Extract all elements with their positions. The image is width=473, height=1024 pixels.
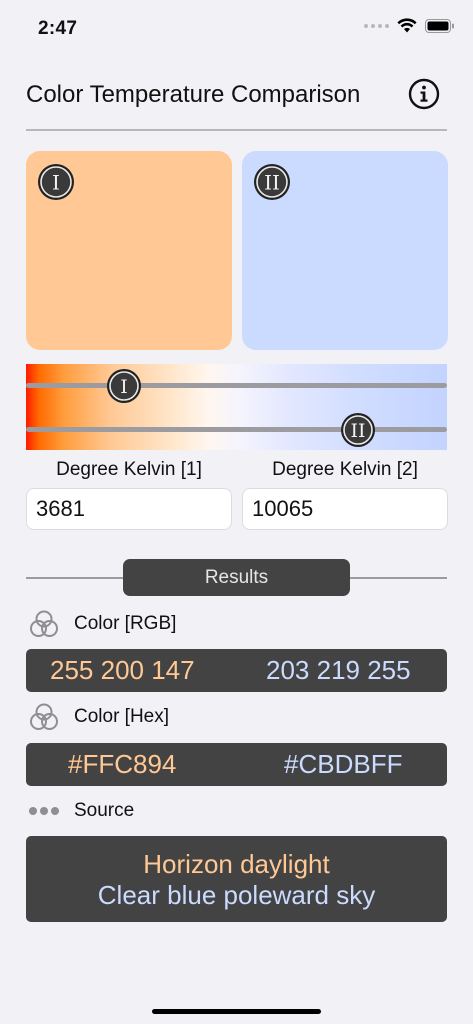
battery-icon: [425, 18, 454, 33]
slider-thumb-1[interactable]: I: [106, 368, 142, 404]
rgb-label: Color [RGB]: [74, 613, 177, 634]
temperature-gradient: I II: [26, 364, 447, 450]
source-value-1: Horizon daylight: [143, 849, 330, 879]
source-label: Source: [74, 800, 135, 821]
rgb-value-1: 255 200 147: [50, 655, 195, 685]
slider-track-2[interactable]: [26, 427, 447, 432]
color-circles-icon: [30, 610, 58, 637]
kelvin-input-2[interactable]: [242, 488, 448, 530]
color-swatch-1: I: [26, 151, 232, 350]
color-circles-icon: [30, 703, 58, 730]
source-value-2: Clear blue poleward sky: [97, 880, 376, 910]
home-indicator: [152, 1009, 321, 1014]
roman-one-badge-icon: I: [38, 164, 74, 200]
svg-text:I: I: [52, 171, 60, 195]
hex-section-header: Color [Hex]: [28, 702, 169, 732]
more-dots-icon: [29, 807, 59, 815]
source-section-header: Source: [28, 796, 134, 826]
signal-icon: [364, 23, 389, 28]
kelvin-label-2: Degree Kelvin [2]: [272, 459, 418, 480]
slider-track-1[interactable]: [26, 383, 447, 388]
hex-label: Color [Hex]: [74, 706, 170, 727]
svg-text:II: II: [350, 420, 365, 442]
rgb-values-panel: 255 200 147 203 219 255: [26, 649, 447, 692]
page-title: Color Temperature Comparison: [26, 81, 361, 108]
rgb-value-2: 203 219 255: [266, 655, 411, 685]
status-bar: 2:47: [0, 0, 473, 56]
svg-text:I: I: [120, 376, 128, 398]
status-icons: [364, 18, 455, 33]
color-swatch-2: II: [242, 151, 448, 350]
hex-values-panel: #FFC894 #CBDBFF: [26, 743, 447, 786]
roman-two-badge-icon: II: [254, 164, 290, 200]
wifi-icon: [397, 18, 417, 33]
slider-thumb-2[interactable]: II: [340, 412, 376, 448]
kelvin-input-1[interactable]: [26, 488, 232, 530]
kelvin-label-1: Degree Kelvin [1]: [56, 459, 202, 480]
header: Color Temperature Comparison: [26, 76, 446, 116]
source-panel: Horizon daylight Clear blue poleward sky: [26, 836, 447, 922]
svg-text:II: II: [264, 171, 280, 195]
rgb-section-header: Color [RGB]: [28, 609, 176, 639]
hex-value-1: #FFC894: [68, 749, 177, 779]
header-divider: [26, 129, 447, 131]
results-button[interactable]: Results: [123, 559, 350, 596]
info-icon[interactable]: [408, 78, 440, 110]
status-time: 2:47: [38, 18, 78, 39]
hex-value-2: #CBDBFF: [284, 749, 403, 779]
